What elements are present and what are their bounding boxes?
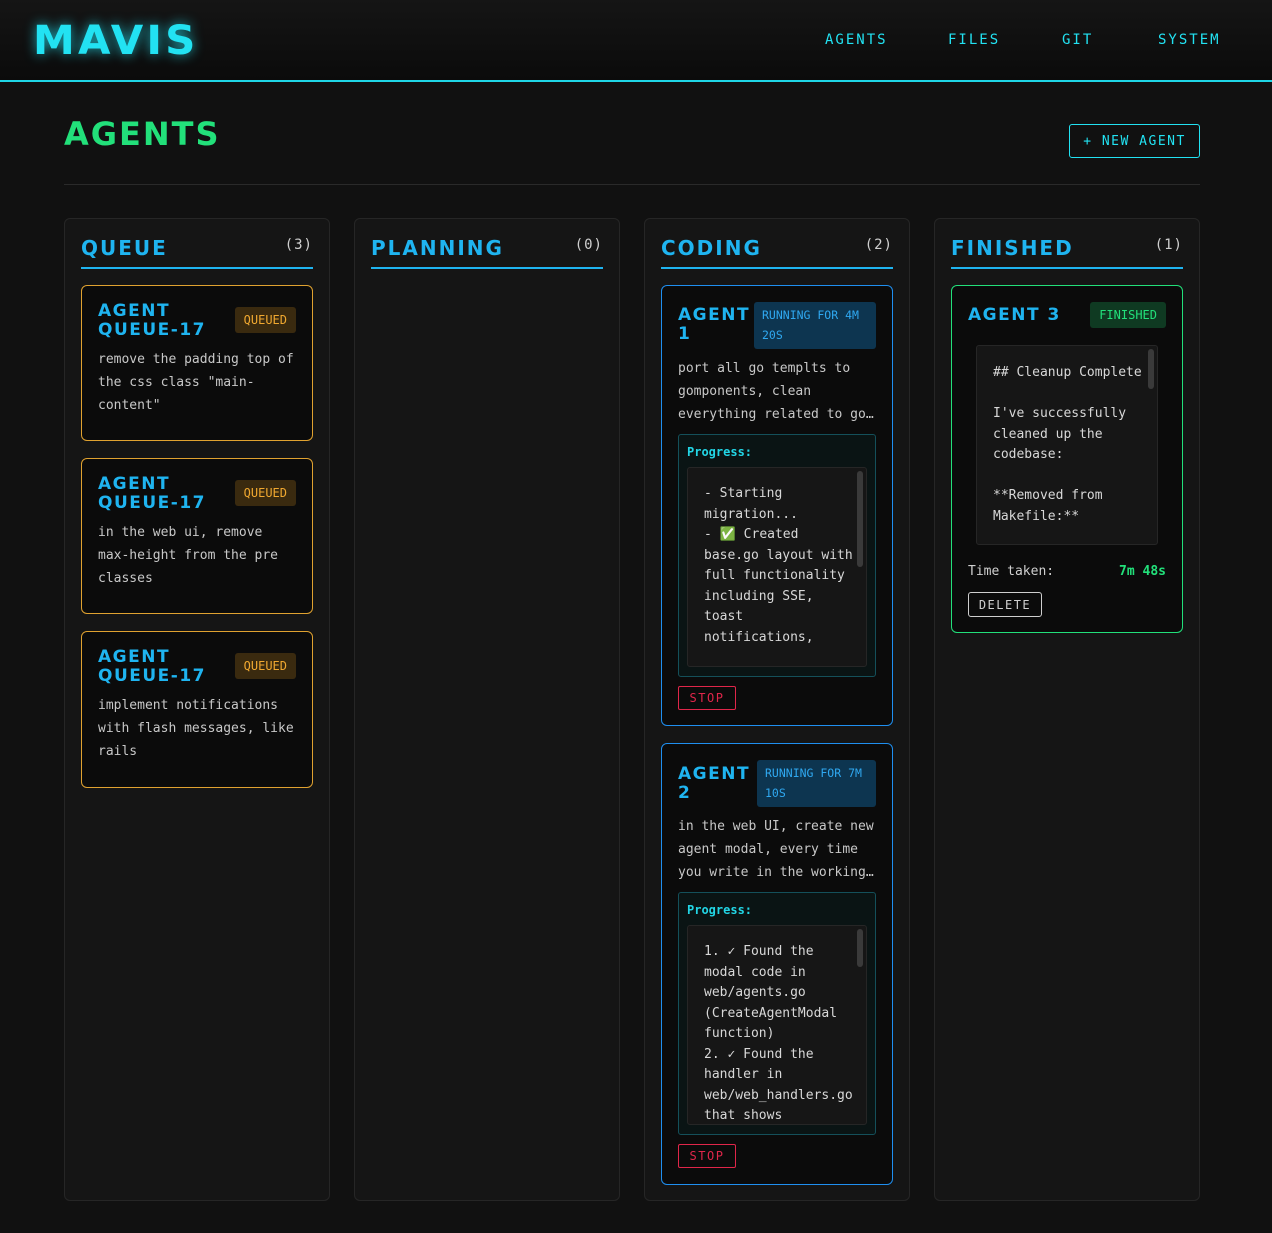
column-count: (2): [864, 237, 893, 253]
agent-card[interactable]: AGENT QUEUE-17 QUEUED remove the padding…: [81, 285, 313, 441]
column-coding: CODING (2) AGENT 1 RUNNING FOR 4M 20S po…: [644, 218, 910, 1201]
stop-button[interactable]: STOP: [678, 1144, 736, 1168]
progress-panel: Progress: 1. ✓ Found the modal code in w…: [678, 892, 876, 1135]
column-header: QUEUE (3): [81, 235, 313, 269]
agent-description: in the web UI, create new agent modal, e…: [678, 819, 874, 880]
result-log[interactable]: ## Cleanup Complete I've successfully cl…: [976, 345, 1158, 545]
column-planning: PLANNING (0): [354, 218, 620, 1201]
status-badge: RUNNING FOR 7M 10S: [757, 760, 876, 807]
progress-log[interactable]: 1. ✓ Found the modal code in web/agents.…: [687, 925, 867, 1125]
agent-title: AGENT 3: [968, 305, 1061, 325]
main-nav: AGENTS FILES GIT SYSTEM: [0, 30, 1272, 50]
agent-card[interactable]: AGENT 2 RUNNING FOR 7M 10S in the web UI…: [661, 743, 893, 1185]
status-badge: RUNNING FOR 4M 20S: [754, 302, 876, 349]
column-title: FINISHED: [951, 236, 1074, 260]
column-queue: QUEUE (3) AGENT QUEUE-17 QUEUED remove t…: [64, 218, 330, 1201]
scrollbar[interactable]: [1148, 349, 1154, 389]
agent-title: AGENT QUEUE-17: [98, 301, 206, 340]
time-taken-value: 7m 48s: [1119, 564, 1166, 579]
status-badge: QUEUED: [234, 480, 296, 506]
agent-card[interactable]: AGENT 3 FINISHED ## Cleanup Complete I'v…: [951, 285, 1183, 633]
nav-files[interactable]: FILES: [948, 30, 1000, 50]
agent-title: AGENT QUEUE-17: [98, 474, 206, 513]
status-badge: FINISHED: [1090, 302, 1166, 328]
progress-log[interactable]: - Starting migration... - ✅ Created base…: [687, 467, 867, 667]
agent-title: AGENT 2: [678, 764, 751, 803]
header-divider: [64, 184, 1200, 185]
nav-agents[interactable]: AGENTS: [825, 30, 888, 50]
progress-label: Progress:: [687, 903, 753, 917]
stop-button[interactable]: STOP: [678, 686, 736, 710]
top-bar: MAVIS AGENTS FILES GIT SYSTEM: [0, 0, 1272, 82]
agent-title: AGENT 1: [678, 305, 751, 344]
agent-description: remove the padding top of the css class …: [98, 352, 294, 413]
status-badge: QUEUED: [234, 307, 296, 333]
column-header: FINISHED (1): [951, 235, 1183, 269]
agent-card[interactable]: AGENT QUEUE-17 QUEUED in the web ui, rem…: [81, 458, 313, 614]
scrollbar[interactable]: [857, 929, 863, 967]
page-title: AGENTS: [64, 115, 221, 153]
result-text: ## Cleanup Complete I've successfully cl…: [993, 365, 1142, 524]
progress-panel: Progress: - Starting migration... - ✅ Cr…: [678, 434, 876, 677]
time-taken-label: Time taken:: [968, 564, 1055, 579]
progress-text: - Starting migration... - ✅ Created base…: [704, 486, 853, 645]
column-title: CODING: [661, 236, 762, 260]
agent-card[interactable]: AGENT 1 RUNNING FOR 4M 20S port all go t…: [661, 285, 893, 726]
column-count: (0): [574, 237, 603, 253]
progress-text: 1. ✓ Found the modal code in web/agents.…: [704, 944, 853, 1123]
agent-title: AGENT QUEUE-17: [98, 647, 206, 686]
progress-label: Progress:: [687, 445, 753, 459]
delete-button[interactable]: DELETE: [968, 592, 1042, 617]
nav-git[interactable]: GIT: [1062, 30, 1093, 50]
scrollbar[interactable]: [857, 471, 863, 567]
column-finished: FINISHED (1) AGENT 3 FINISHED ## Cleanup…: [934, 218, 1200, 1201]
column-title: PLANNING: [371, 236, 504, 260]
column-count: (3): [284, 237, 313, 253]
new-agent-button[interactable]: + NEW AGENT: [1069, 124, 1200, 158]
status-badge: QUEUED: [234, 653, 296, 679]
agent-description: port all go templts to gomponents, clean…: [678, 361, 874, 422]
column-count: (1): [1154, 237, 1183, 253]
agent-description: implement notifications with flash messa…: [98, 698, 294, 759]
column-title: QUEUE: [81, 236, 168, 260]
nav-system[interactable]: SYSTEM: [1158, 30, 1221, 50]
column-header: PLANNING (0): [371, 235, 603, 269]
agent-description: in the web ui, remove max-height from th…: [98, 525, 279, 586]
agent-card[interactable]: AGENT QUEUE-17 QUEUED implement notifica…: [81, 631, 313, 788]
column-header: CODING (2): [661, 235, 893, 269]
